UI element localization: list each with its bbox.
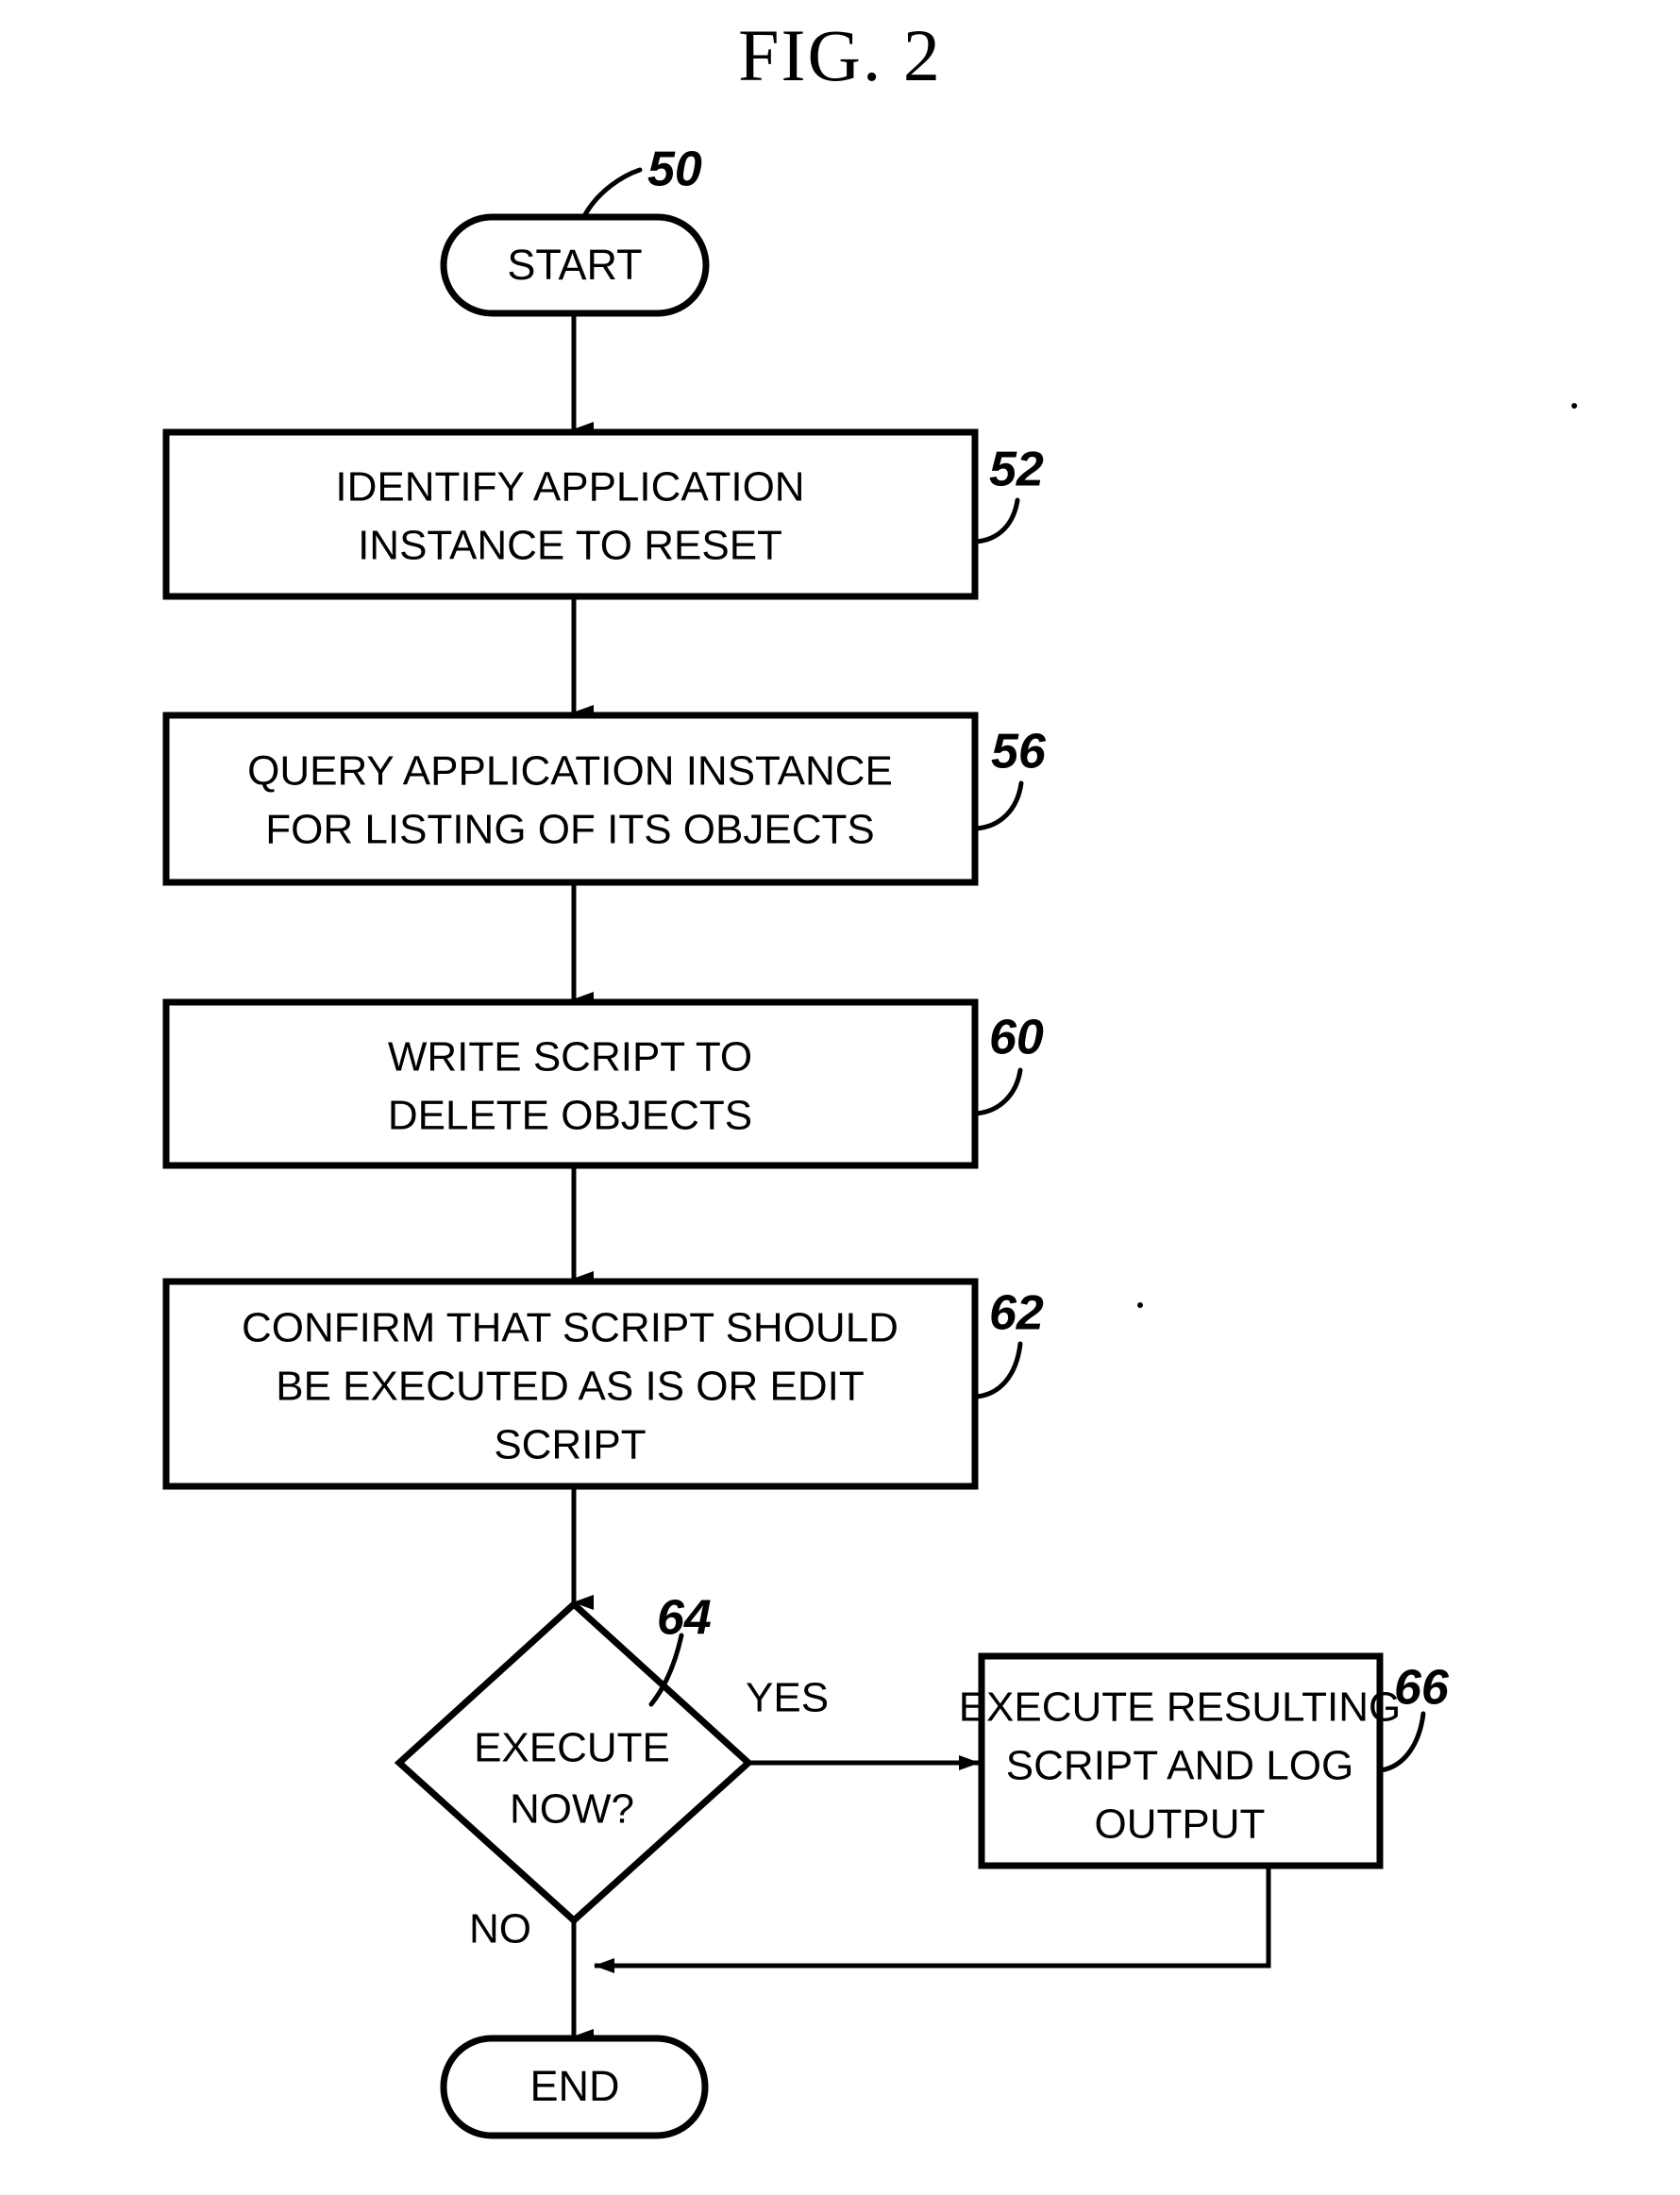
identify-box-shape [162, 428, 979, 600]
node-end: END [440, 2035, 709, 2139]
reference-numeral-66: 66 [1394, 1661, 1450, 1716]
scan-speck [1571, 403, 1577, 409]
confirm-line-2: BE EXECUTED AS IS OR EDIT [276, 1364, 864, 1410]
leader-line-50 [581, 167, 643, 219]
write-box-shape [162, 998, 979, 1169]
execute-line-3: OUTPUT [1095, 1801, 1266, 1848]
execute-line-1: EXECUTE RESULTING [959, 1684, 1402, 1731]
leader-line-60 [973, 1067, 1023, 1116]
query-line-1: QUERY APPLICATION INSTANCE [247, 748, 893, 795]
identify-line-2: INSTANCE TO RESET [358, 523, 782, 569]
decision-line-2: NOW? [510, 1786, 634, 1833]
node-confirm-script: CONFIRM THAT SCRIPT SHOULD BE EXECUTED A… [162, 1278, 979, 1490]
write-line-2: DELETE OBJECTS [388, 1093, 752, 1139]
node-start: START [440, 213, 710, 317]
scan-speck [1137, 1302, 1143, 1308]
reference-numeral-50: 50 [647, 142, 702, 197]
query-box-shape [162, 712, 979, 886]
flowchart-canvas: START 50 IDENTIFY APPLICATION INSTANCE T… [162, 142, 1577, 2139]
execute-line-2: SCRIPT AND LOG [1006, 1743, 1353, 1789]
confirm-line-1: CONFIRM THAT SCRIPT SHOULD [242, 1305, 899, 1351]
write-line-1: WRITE SCRIPT TO [388, 1034, 752, 1081]
node-identify-application-instance: IDENTIFY APPLICATION INSTANCE TO RESET [162, 428, 979, 600]
leader-line-52 [973, 497, 1020, 545]
decision-line-1: EXECUTE [474, 1725, 670, 1771]
node-query-application-instance: QUERY APPLICATION INSTANCE FOR LISTING O… [162, 712, 979, 886]
leader-line-56 [973, 780, 1024, 831]
leader-line-62 [973, 1341, 1023, 1399]
reference-numeral-52: 52 [989, 443, 1044, 497]
reference-numeral-64: 64 [657, 1591, 712, 1646]
reference-numeral-56: 56 [991, 725, 1047, 779]
branch-label-yes: YES [746, 1675, 829, 1721]
connector-execute-return [594, 1866, 1271, 1973]
start-label: START [507, 241, 642, 289]
identify-line-1: IDENTIFY APPLICATION [335, 464, 804, 511]
patent-figure-page: FIG. 2 START 50 IDENTIFY APPLICATION INS… [0, 0, 1680, 2195]
end-label: END [529, 2062, 619, 2110]
confirm-line-3: SCRIPT [494, 1422, 646, 1468]
node-execute-now-decision: EXECUTE NOW? [394, 1600, 754, 1925]
node-write-script: WRITE SCRIPT TO DELETE OBJECTS [162, 998, 979, 1169]
reference-numeral-62: 62 [989, 1286, 1044, 1341]
reference-numeral-60: 60 [989, 1011, 1044, 1065]
node-execute-resulting-script: EXECUTE RESULTING SCRIPT AND LOG OUTPUT [959, 1652, 1402, 1869]
query-line-2: FOR LISTING OF ITS OBJECTS [265, 807, 874, 853]
branch-label-no: NO [469, 1906, 531, 1952]
